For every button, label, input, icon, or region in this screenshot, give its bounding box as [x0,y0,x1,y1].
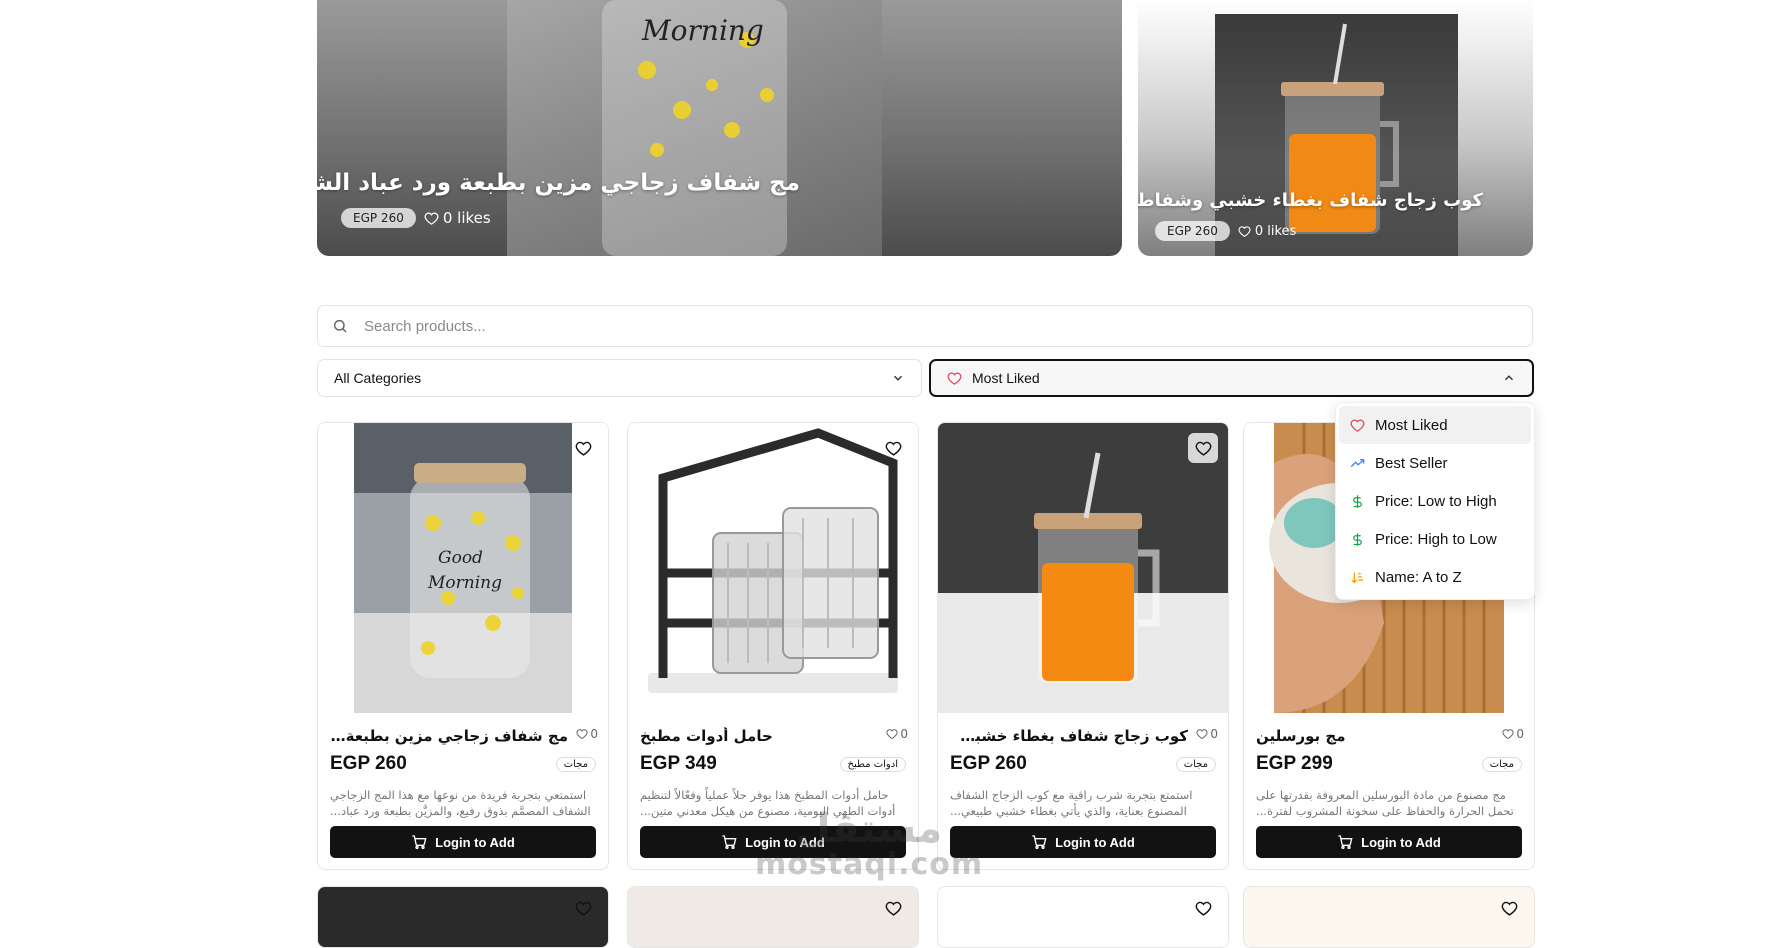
product-card[interactable]: Good Morning مج شفاف زجاجي مزين بطبعة ور… [317,422,609,870]
cart-icon [412,835,427,849]
heart-icon [575,441,591,456]
svg-text:Morning: Morning [427,573,502,593]
product-image [628,423,918,713]
heart-icon [1195,901,1211,916]
product-title[interactable]: حامل أدوات مطبخ [640,727,878,745]
hero-main-likes: 0 likes [424,209,491,227]
heart-icon [885,441,901,456]
sort-option-price-low-high[interactable]: Price: Low to High [1336,482,1534,520]
favorite-button[interactable] [878,433,908,463]
product-card[interactable] [937,886,1229,948]
search-bar [317,305,1533,347]
heart-icon [1502,729,1514,740]
heart-icon [885,901,901,916]
sort-select-value: Most Liked [972,370,1040,386]
category-badge: مجات [555,757,596,772]
svg-text:Morning: Morning [641,14,764,47]
favorite-button[interactable] [1188,893,1218,923]
category-badge: ادوات مطبخ [839,757,906,772]
product-title[interactable]: مج شفاف زجاجي مزين بطبعة ورد... [330,727,568,745]
product-price: EGP 349 [640,753,717,774]
login-to-add-button[interactable]: Login to Add [950,826,1216,858]
hero-banner-main[interactable]: Morning مج شفاف زجاجي مزين بطبعة ورد عبا… [317,0,1122,256]
category-select-value: All Categories [334,370,422,386]
hero-side-meta: EGP 260 0 likes [1155,221,1296,241]
product-card[interactable]: كوب زجاج شفاف بغطاء خشبي... 0 EGP 260 مج… [937,422,1229,870]
favorite-button[interactable] [1494,893,1524,923]
hero-side-title: كوب زجاج شفاف بغطاء خشبي وشفاطة زجاج [1138,190,1483,211]
product-price: EGP 260 [330,753,407,774]
product-image [938,423,1228,713]
hero-side-likes: 0 likes [1238,224,1296,239]
heart-icon [424,212,439,225]
heart-icon [886,729,898,740]
category-select[interactable]: All Categories [317,359,922,397]
login-to-add-button[interactable]: Login to Add [640,826,906,858]
sort-select[interactable]: Most Liked [929,359,1534,397]
product-card[interactable] [627,886,919,948]
login-to-add-button[interactable]: Login to Add [330,826,596,858]
search-input[interactable] [362,316,1466,336]
login-to-add-button[interactable]: Login to Add [1256,826,1522,858]
product-card[interactable] [317,886,609,948]
product-likes: 0 [886,727,908,741]
product-likes: 0 [1502,727,1524,741]
heart-icon [947,372,962,385]
product-price: EGP 260 [950,753,1027,774]
heart-icon [1501,901,1517,916]
favorite-button[interactable] [568,893,598,923]
chevron-down-icon [894,375,902,381]
product-description: استمتع بتجربة شرب راقية مع كوب الزجاج ال… [950,788,1193,818]
sort-option-price-high-low[interactable]: Price: High to Low [1336,520,1534,558]
product-card[interactable] [1243,886,1535,948]
favorite-button[interactable] [568,433,598,463]
product-title[interactable]: مج بورسلين [1256,727,1494,745]
product-description: حامل أدوات المطبخ هذا يوفر حلاً عملياً و… [640,788,896,818]
search-icon [333,319,347,333]
sort-dropdown-menu: Most Liked Best Seller Price: Low to Hig… [1335,402,1535,600]
heart-icon [1195,441,1211,456]
svg-text:Good: Good [438,548,483,568]
dollar-icon [1353,494,1362,508]
category-badge: مجات [1175,757,1216,772]
sort-option-name-a-z[interactable]: Name: A to Z [1336,558,1534,596]
trending-up-icon [1350,458,1365,467]
hero-side-image [1215,14,1458,256]
favorite-button[interactable] [878,893,908,923]
product-image: Good Morning [318,423,608,713]
hero-main-image: Morning [507,0,882,256]
heart-icon [1196,729,1208,740]
cart-icon [722,835,737,849]
product-price: EGP 299 [1256,753,1333,774]
heart-icon [576,729,588,740]
dollar-icon [1353,532,1362,546]
hero-main-title: مج شفاف زجاجي مزين بطبعة ورد عباد الشمس [317,170,800,196]
product-likes: 0 [576,727,598,741]
product-description: استمتعي بتجربة فريدة من نوعها مع هذا الم… [330,788,591,818]
sort-option-best-seller[interactable]: Best Seller [1336,444,1534,482]
product-description: مج مصنوع من مادة البورسلين المعروفة بقدر… [1256,788,1514,818]
hero-main-price: EGP 260 [341,208,416,228]
sort-ascending-icon [1351,572,1364,583]
cart-icon [1338,835,1353,849]
product-card[interactable]: حامل أدوات مطبخ 0 EGP 349 ادوات مطبخ حام… [627,422,919,870]
hero-side-price: EGP 260 [1155,221,1230,241]
heart-icon [1350,419,1365,432]
product-title[interactable]: كوب زجاج شفاف بغطاء خشبي... [950,727,1188,745]
chevron-up-icon [1505,375,1513,381]
hero-banner-side[interactable]: كوب زجاج شفاف بغطاء خشبي وشفاطة زجاج EGP… [1138,0,1533,256]
hero-main-meta: EGP 260 0 likes [341,208,491,228]
product-likes: 0 [1196,727,1218,741]
heart-icon [1238,225,1251,237]
favorite-button[interactable] [1188,433,1218,463]
sort-option-most-liked[interactable]: Most Liked [1339,406,1531,444]
cart-icon [1032,835,1047,849]
heart-icon [575,901,591,916]
category-badge: مجات [1481,757,1522,772]
